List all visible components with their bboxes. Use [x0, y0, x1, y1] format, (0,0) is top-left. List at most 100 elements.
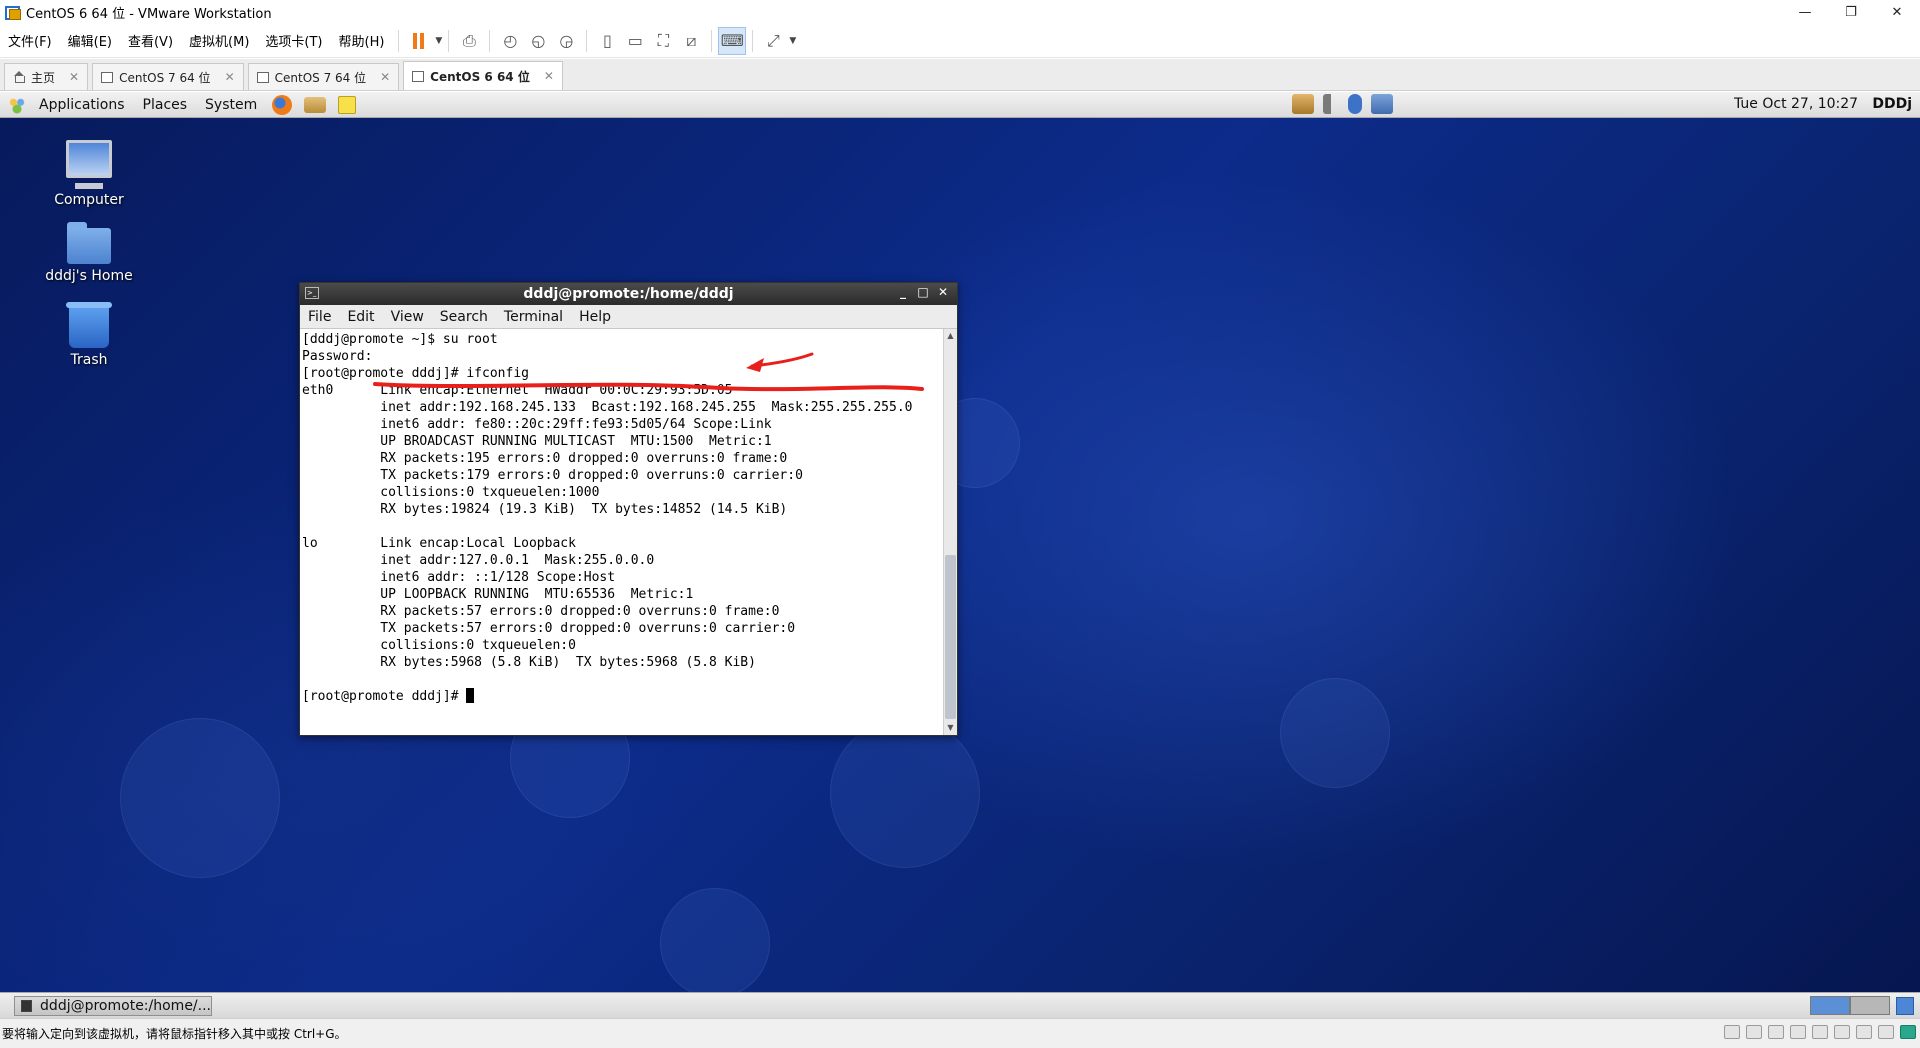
terminal-line: TX packets:179 errors:0 dropped:0 overru…	[302, 468, 803, 483]
chevron-down-icon[interactable]: ▼	[789, 36, 796, 46]
terminal-close-button[interactable]: ✕	[933, 285, 953, 299]
sound-icon[interactable]	[1834, 1025, 1850, 1039]
menu-help[interactable]: 帮助(H)	[331, 24, 393, 58]
desktop[interactable]: Computer dddj's Home Trash >_ dddj@promo…	[0, 118, 1920, 992]
snapshot-icon[interactable]: ◴	[496, 27, 524, 55]
floppy-icon[interactable]	[1768, 1025, 1784, 1039]
wallpaper-bubble	[120, 718, 280, 878]
usb-icon[interactable]	[1812, 1025, 1828, 1039]
send-ctrl-alt-del-button[interactable]: ⎙	[455, 27, 483, 55]
close-icon[interactable]: ✕	[380, 70, 390, 84]
terminal-prompt: [root@promote dddj]#	[302, 689, 467, 704]
vm-icon	[101, 71, 114, 83]
close-icon[interactable]: ✕	[225, 70, 235, 84]
mail-icon[interactable]	[304, 96, 327, 113]
close-icon[interactable]: ✕	[69, 70, 79, 84]
menu-vm[interactable]: 虚拟机(M)	[181, 24, 257, 58]
gnome-foot-icon	[8, 95, 26, 114]
pause-icon	[412, 32, 426, 49]
close-button[interactable]: ✕	[1874, 0, 1920, 24]
restore-button[interactable]: ❐	[1828, 0, 1874, 24]
revert-snapshot-icon[interactable]: ◵	[524, 27, 552, 55]
chevron-down-icon[interactable]: ▼	[435, 36, 442, 46]
scroll-down-icon[interactable]: ▼	[944, 721, 957, 735]
home-folder-icon	[67, 222, 111, 264]
bluetooth-icon[interactable]	[1348, 94, 1362, 114]
terminal-maximize-button[interactable]: □	[913, 285, 933, 299]
pause-button[interactable]	[405, 27, 433, 55]
terminal-scrollbar[interactable]: ▲ ▼	[943, 329, 957, 735]
tab-centos6[interactable]: CentOS 6 64 位 ✕	[403, 61, 563, 90]
taskbar-terminal-button[interactable]: dddj@promote:/home/...	[14, 995, 212, 1016]
close-icon[interactable]: ✕	[544, 69, 554, 83]
sidebar-toggle-icon[interactable]: ▯	[593, 27, 621, 55]
scroll-up-icon[interactable]: ▲	[944, 329, 957, 343]
terminal-menu-help[interactable]: Help	[571, 309, 619, 325]
workspace-1[interactable]	[1810, 996, 1850, 1015]
scrollbar-thumb[interactable]	[945, 555, 956, 719]
wallpaper-bubble	[660, 888, 770, 992]
unity-icon[interactable]: ⧄	[677, 27, 705, 55]
terminal-minimize-button[interactable]: _	[893, 285, 913, 299]
workspace-2[interactable]	[1850, 996, 1890, 1015]
stretch-guest-icon[interactable]: ⤢	[759, 27, 787, 55]
terminal-menu-view[interactable]: View	[383, 309, 432, 325]
terminal-line: inet6 addr: ::1/128 Scope:Host	[302, 570, 616, 585]
menu-view[interactable]: 查看(V)	[120, 24, 181, 58]
guest-console[interactable]: Applications Places System Tue Oct 27, 1…	[0, 92, 1920, 1028]
desktop-icon-home[interactable]: dddj's Home	[29, 222, 149, 284]
desktop-icon-trash[interactable]: Trash	[29, 302, 149, 368]
updates-icon[interactable]	[1371, 94, 1393, 114]
network-icon[interactable]	[1292, 94, 1314, 114]
network-adapter-icon[interactable]	[1790, 1025, 1806, 1039]
terminal-window[interactable]: >_ dddj@promote:/home/dddj _ □ ✕ File Ed…	[299, 282, 958, 736]
menu-edit[interactable]: 编辑(E)	[60, 24, 120, 58]
firefox-icon[interactable]	[272, 94, 293, 115]
gnome-bottom-panel: dddj@promote:/home/...	[0, 992, 1920, 1018]
terminal-titlebar[interactable]: >_ dddj@promote:/home/dddj _ □ ✕	[300, 283, 957, 305]
terminal-line: inet addr:192.168.245.133 Bcast:192.168.…	[302, 400, 913, 415]
menu-places[interactable]: Places	[134, 97, 197, 113]
menu-file[interactable]: 文件(F)	[0, 24, 60, 58]
minimize-button[interactable]: —	[1782, 0, 1828, 24]
tab-centos7-b[interactable]: CentOS 7 64 位 ✕	[247, 63, 400, 90]
menu-tabs[interactable]: 选项卡(T)	[257, 24, 330, 58]
desktop-icon-label: Computer	[54, 192, 124, 208]
terminal-line: RX packets:195 errors:0 dropped:0 overru…	[302, 451, 788, 466]
panel-user[interactable]: DDDj	[1872, 96, 1912, 112]
toolbar-separator	[711, 29, 713, 52]
messages-icon[interactable]	[1900, 1025, 1916, 1039]
thumbnail-bar-icon[interactable]: ▭	[621, 27, 649, 55]
terminal-line: lo Link encap:Local Loopback	[302, 536, 576, 551]
trash-icon	[66, 302, 112, 348]
panel-clock[interactable]: Tue Oct 27, 10:27	[1734, 96, 1858, 112]
terminal-menu-edit[interactable]: Edit	[339, 309, 382, 325]
terminal-menu-terminal[interactable]: Terminal	[496, 309, 571, 325]
printer-icon[interactable]	[1856, 1025, 1872, 1039]
tab-centos7-a[interactable]: CentOS 7 64 位 ✕	[92, 63, 244, 90]
terminal-menu-search[interactable]: Search	[432, 309, 496, 325]
terminal-line: inet6 addr: fe80::20c:29ff:fe93:5d05/64 …	[302, 417, 772, 432]
console-view-icon[interactable]: ⌨	[718, 26, 747, 55]
menu-applications[interactable]: Applications	[30, 97, 134, 113]
window-title: CentOS 6 64 位 - VMware Workstation	[26, 6, 272, 22]
toolbar-separator	[586, 29, 588, 52]
vm-icon	[412, 70, 425, 82]
show-desktop-icon[interactable]	[1896, 997, 1914, 1015]
toolbar-separator	[448, 29, 450, 52]
tab-home[interactable]: 主页 ✕	[4, 63, 89, 90]
notes-icon[interactable]	[338, 95, 357, 114]
snapshot-manager-icon[interactable]: ◶	[552, 27, 580, 55]
volume-icon[interactable]	[1323, 94, 1339, 114]
terminal-output[interactable]: [dddj@promote ~]$ su root Password: [root@…	[300, 329, 943, 735]
menu-system[interactable]: System	[196, 97, 266, 113]
display-icon[interactable]	[1878, 1025, 1894, 1039]
desktop-icon-computer[interactable]: Computer	[29, 140, 149, 208]
harddisk-icon[interactable]	[1724, 1025, 1740, 1039]
terminal-line: UP LOOPBACK RUNNING MTU:65536 Metric:1	[302, 587, 694, 602]
terminal-menu-file[interactable]: File	[300, 309, 339, 325]
fullscreen-icon[interactable]: ⛶	[649, 27, 677, 55]
terminal-line: collisions:0 txqueuelen:0	[302, 638, 576, 653]
menu-bar: 文件(F) 编辑(E) 查看(V) 虚拟机(M) 选项卡(T) 帮助(H) ▼ …	[0, 24, 1920, 58]
cdrom-icon[interactable]	[1746, 1025, 1762, 1039]
